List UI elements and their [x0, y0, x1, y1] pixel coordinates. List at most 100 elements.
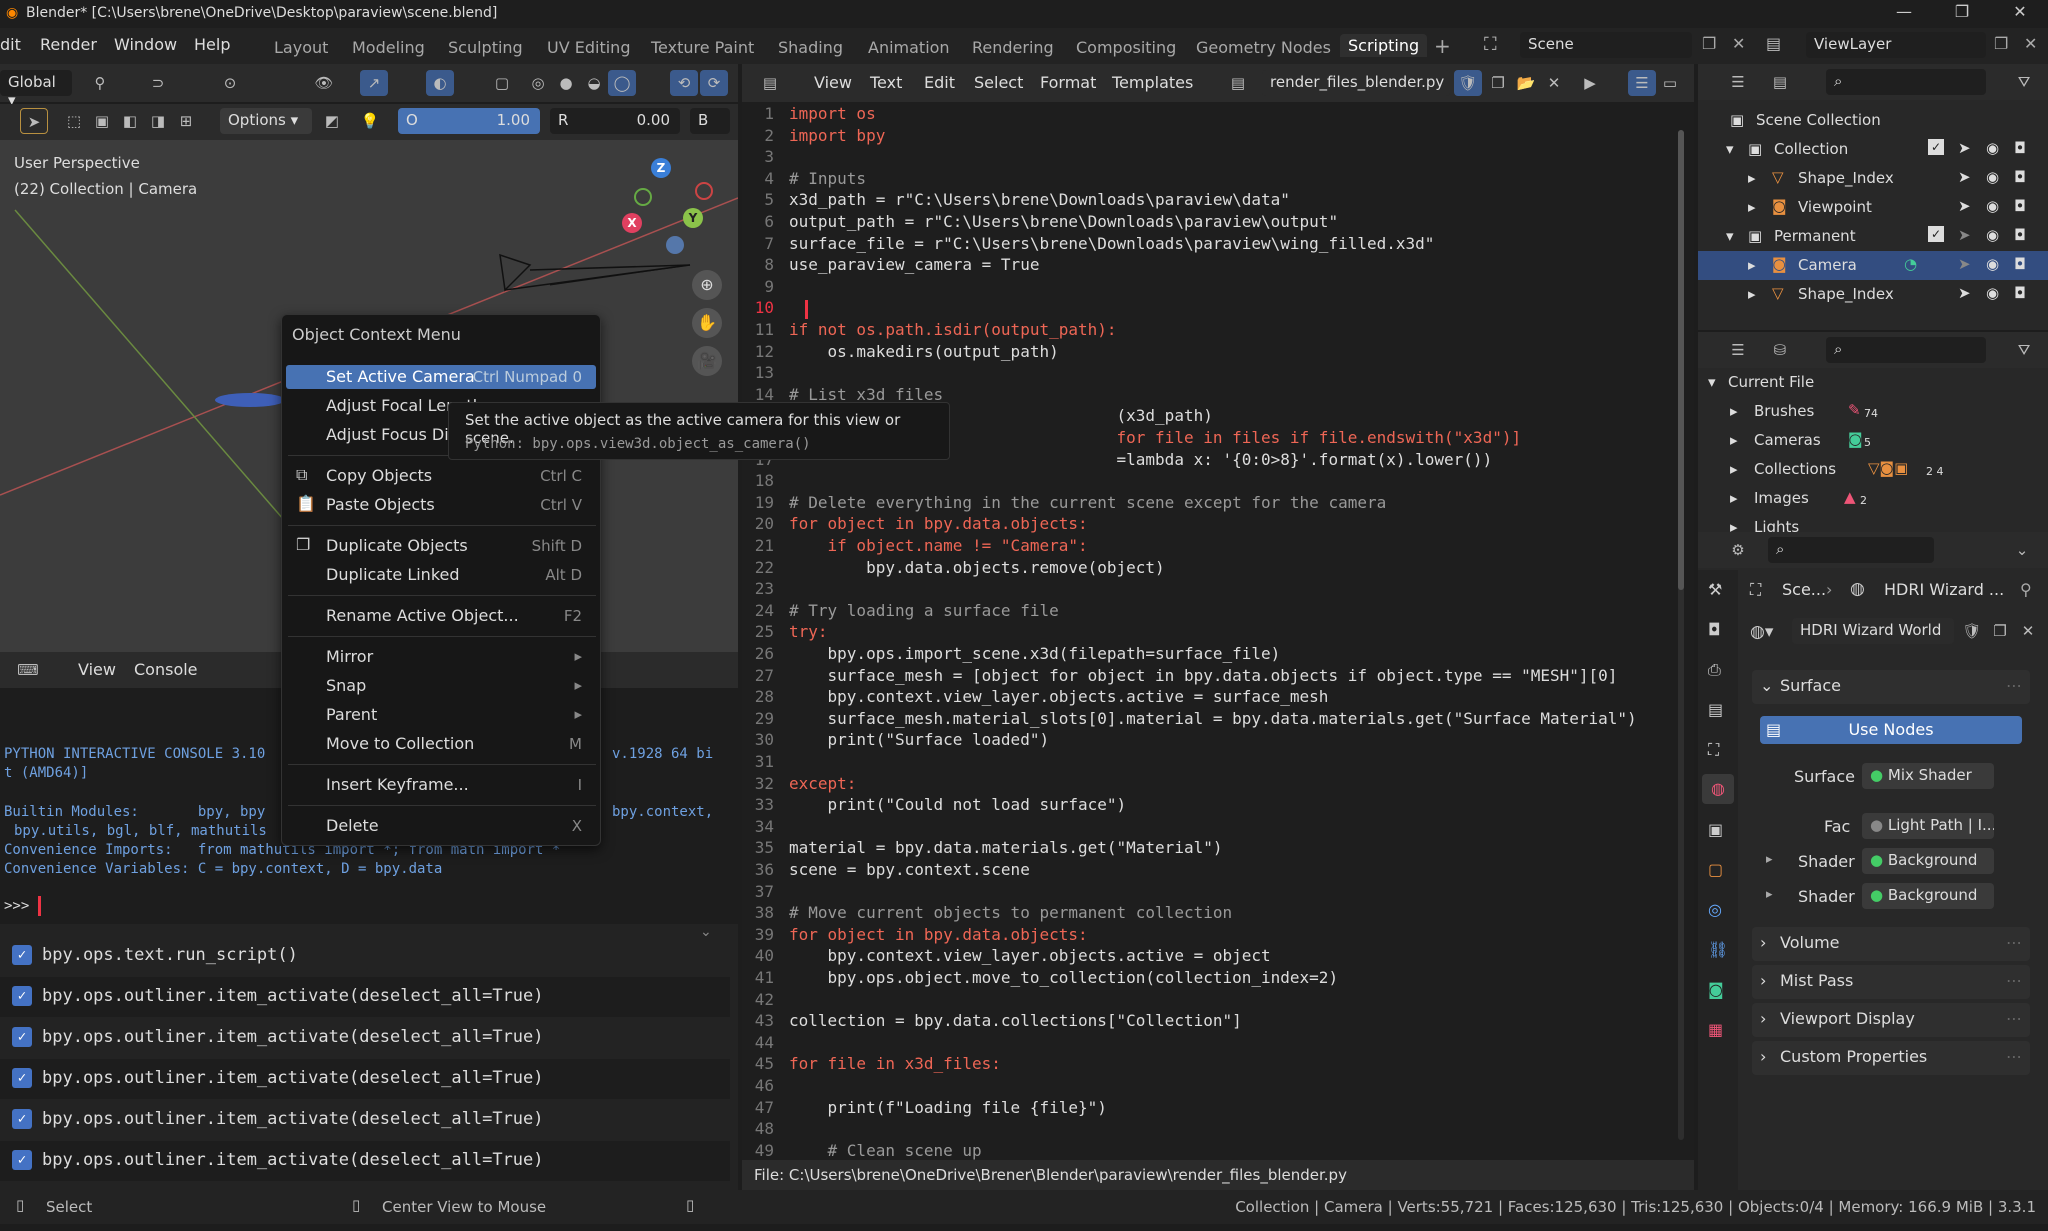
file-item-lights[interactable]: ▸ Lights	[1698, 513, 2048, 532]
scene-icon[interactable]: ⛶	[1484, 34, 1497, 55]
code-line[interactable]: 19 # Delete everything in the current sce…	[742, 493, 1692, 515]
file-search-input[interactable]: ⌕	[1826, 337, 1986, 363]
select-arrow-icon[interactable]: ➤	[1958, 255, 1971, 273]
world-name-field[interactable]: HDRI Wizard World	[1792, 618, 1954, 644]
eye-icon[interactable]: ◉	[1986, 139, 1999, 157]
surface-panel-header[interactable]: ⌄ Surface ⋯	[1752, 670, 2030, 704]
code-line[interactable]: 46	[742, 1076, 1692, 1098]
collection-tab-icon[interactable]: ▣	[1708, 820, 1723, 839]
pivot-icon[interactable]: ⚲	[86, 70, 114, 96]
code-line[interactable]: 43 collection = bpy.data.collections["Col…	[742, 1011, 1692, 1033]
new-text-icon[interactable]: ❐	[1484, 70, 1512, 96]
scene-tab-icon[interactable]: ⛶	[1708, 740, 1719, 760]
filter-icon[interactable]: ⛛	[2010, 337, 2038, 363]
editor-type-icon[interactable]: ⚙	[1724, 537, 1752, 563]
o-field[interactable]: O 1.00	[398, 108, 540, 134]
code-line[interactable]: 28 bpy.context.view_layer.objects.active…	[742, 687, 1692, 709]
select-arrow-icon[interactable]: ➤	[1958, 197, 1971, 215]
code-line[interactable]: 41 bpy.ops.object.move_to_collection(col…	[742, 968, 1692, 990]
view-sync-icon[interactable]: ⟲	[670, 70, 698, 96]
editor-type-icon[interactable]: ⌨	[14, 657, 42, 683]
delete-view-layer-icon[interactable]: ✕	[2024, 34, 2037, 53]
code-line[interactable]: 1 import os	[742, 104, 1692, 126]
expand-icon[interactable]: ▸	[1730, 431, 1738, 449]
console-menu-view[interactable]: View	[78, 660, 116, 679]
code-line[interactable]: 29 surface_mesh.material_slots[0].materi…	[742, 709, 1692, 731]
surface-shader-selector[interactable]: ● Mix Shader	[1862, 763, 1994, 789]
eye-icon[interactable]: ◉	[1986, 168, 1999, 186]
code-line[interactable]: 33 print("Could not load surface")	[742, 795, 1692, 817]
select-subtract-icon[interactable]: ◧	[116, 108, 144, 134]
current-file-row[interactable]: ▾ Current File	[1698, 368, 2048, 397]
object-tab-icon[interactable]: ▢	[1708, 860, 1723, 879]
menu-edit[interactable]: dit	[0, 35, 21, 54]
context-item-delete[interactable]: Delete	[326, 816, 379, 835]
text-browse-icon[interactable]: ▤	[1224, 70, 1252, 96]
outliner-item-shape-index[interactable]: ▸ ▽ Shape_Index ➤ ◉ ◘	[1698, 164, 2048, 193]
fake-user-shield-icon[interactable]: 🛡	[1958, 618, 1986, 644]
options-dropdown[interactable]: Options ▾	[220, 108, 312, 134]
code-line[interactable]: 42	[742, 990, 1692, 1012]
code-line[interactable]: 47 print(f"Loading file {file}")	[742, 1098, 1692, 1120]
checkbox-icon[interactable]: ✓	[1928, 226, 1944, 242]
file-item-brushes[interactable]: ▸ Brushes ✎ 74	[1698, 397, 2048, 426]
code-line[interactable]: 31	[742, 752, 1692, 774]
eye-icon[interactable]: ◉	[1986, 197, 1999, 215]
gizmo-z-axis[interactable]: Z	[651, 158, 671, 178]
texture-tab-icon[interactable]: ▦	[1708, 1020, 1723, 1039]
code-line[interactable]: 25 try:	[742, 622, 1692, 644]
render-tab-icon[interactable]: ◘	[1708, 620, 1721, 639]
shading-solid-icon[interactable]: ●	[552, 70, 580, 96]
context-item-rename-active-object[interactable]: Rename Active Object...	[326, 606, 519, 625]
run-script-icon[interactable]: ▶	[1576, 70, 1604, 96]
file-item-collections[interactable]: ▸ Collections ▽◙▣ 2 4	[1698, 455, 2048, 484]
camera-view-icon[interactable]: 🎥	[692, 346, 722, 376]
chevron-down-icon[interactable]: ⌄	[2008, 537, 2036, 563]
custom-properties-panel-header[interactable]: › Custom Properties ⋯	[1752, 1041, 2030, 1075]
code-line[interactable]: 36 scene = bpy.context.scene	[742, 860, 1692, 882]
physics-tab-icon[interactable]: ◎	[1708, 900, 1722, 919]
tab-shading[interactable]: Shading	[778, 38, 843, 57]
xray-icon[interactable]: ▢	[488, 70, 516, 96]
expand-icon[interactable]: ▸	[1730, 518, 1738, 532]
code-line[interactable]: 48	[742, 1119, 1692, 1141]
editor-type-icon[interactable]: ☰	[1724, 337, 1752, 363]
render-camera-icon[interactable]: ◘	[2014, 255, 2026, 273]
text-menu-templates[interactable]: Templates	[1112, 73, 1193, 92]
expand-icon[interactable]: ▸	[1748, 285, 1756, 303]
context-item-duplicate-linked[interactable]: Duplicate Linked	[326, 565, 460, 584]
visibility-icon[interactable]: 👁	[310, 70, 338, 96]
expand-icon[interactable]: ▸	[1730, 489, 1738, 507]
code-line[interactable]: 35 material = bpy.data.materials.get("Mat…	[742, 838, 1692, 860]
expand-icon[interactable]: ▸	[1748, 198, 1756, 216]
log-entry[interactable]: ✓ bpy.ops.outliner.item_activate(deselect…	[0, 1100, 730, 1140]
tab-uv-editing[interactable]: UV Editing	[547, 38, 630, 57]
log-entry[interactable]: ✓ bpy.ops.outliner.item_activate(deselect…	[0, 1018, 730, 1058]
select-invert-icon[interactable]: ◨	[144, 108, 172, 134]
outliner-item-shape-index-2[interactable]: ▸ ▽ Shape_Index ➤ ◉ ◘	[1698, 280, 2048, 309]
context-item-copy-objects[interactable]: Copy Objects	[326, 466, 432, 485]
drag-handle-icon[interactable]: ⋯	[2006, 1047, 2022, 1066]
outliner-item-permanent[interactable]: ▾ ▣ Permanent ✓ ➤ ◉ ◘	[1698, 222, 2048, 251]
gizmo-x-axis[interactable]: X	[622, 213, 642, 233]
drag-handle-icon[interactable]: ⋯	[2006, 676, 2022, 695]
menu-render[interactable]: Render	[40, 35, 97, 54]
tab-layout[interactable]: Layout	[274, 38, 328, 57]
select-arrow-icon[interactable]: ➤	[1958, 226, 1971, 244]
constraints-tab-icon[interactable]: ⛓	[1708, 940, 1728, 959]
menu-help[interactable]: Help	[194, 35, 230, 54]
code-line[interactable]: 5 x3d_path = r"C:\Users\brene\Downloads\p…	[742, 190, 1692, 212]
code-line[interactable]: 20 for object in bpy.data.objects:	[742, 514, 1692, 536]
r-field[interactable]: R 0.00	[550, 108, 680, 134]
code-line[interactable]: 27 surface_mesh = [object for object in …	[742, 666, 1692, 688]
code-line[interactable]: 2 import bpy	[742, 126, 1692, 148]
new-scene-icon[interactable]: ❐	[1702, 34, 1716, 53]
text-menu-text[interactable]: Text	[870, 73, 902, 92]
render-camera-icon[interactable]: ◘	[2014, 284, 2026, 302]
bake-icon[interactable]: ◩	[318, 108, 346, 134]
shader2-selector[interactable]: ● Background	[1862, 883, 1994, 909]
file-item-cameras[interactable]: ▸ Cameras ◙ 5	[1698, 426, 2048, 455]
display-mode-icon[interactable]: ⛁	[1766, 337, 1794, 363]
outliner[interactable]: ☰ ▤ ⌕ ⛛ ▣ Scene Collection ▾ ▣ Collection ✓ ➤…	[1698, 64, 2048, 330]
render-camera-icon[interactable]: ◘	[2014, 197, 2026, 215]
